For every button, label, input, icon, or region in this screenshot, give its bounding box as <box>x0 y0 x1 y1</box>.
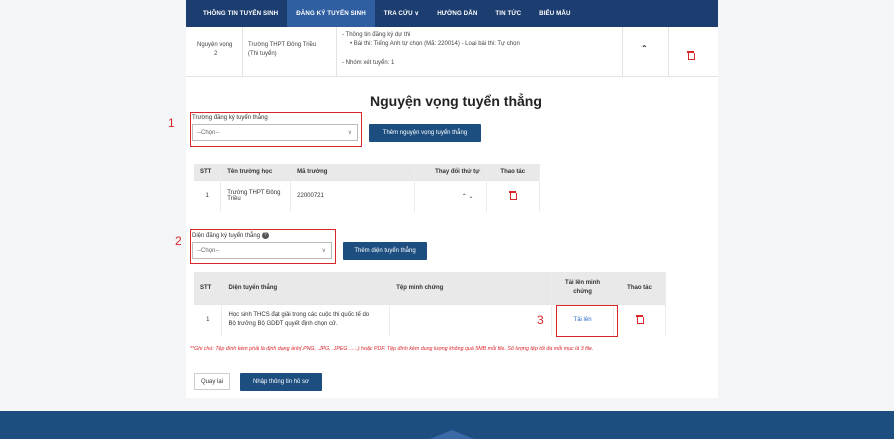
school-select-value: --Chọn-- <box>197 129 220 136</box>
col-file: Tệp minh chứng <box>389 272 553 304</box>
table-row: 1 Trường THPT Đông Triều 22000721 ⌃ ⌄ <box>194 179 541 212</box>
nav-tin-tuc[interactable]: TIN TỨC <box>486 0 530 27</box>
nav-thong-tin-tuyen-sinh[interactable]: THÔNG TIN TUYỂN SINH <box>194 0 287 27</box>
help-icon[interactable]: ? <box>261 232 269 239</box>
school-table: STT Tên trường học Mã trường Thay đổi th… <box>194 164 541 212</box>
dien-line1: Học sinh THCS đạt giải trong các cuộc th… <box>228 312 370 319</box>
back-button[interactable]: Quay lại <box>194 373 230 390</box>
dien-select[interactable]: --Chọn-- ∨ <box>192 242 332 259</box>
page: THÔNG TIN TUYỂN SINH ĐĂNG KÝ TUYỂN SINH … <box>0 0 894 439</box>
scroll-top-tab[interactable] <box>430 430 474 439</box>
nav-huong-dan[interactable]: HƯỚNG DẪN <box>428 0 486 27</box>
col-stt: STT <box>194 164 222 180</box>
dien-select-value: --Chọn-- <box>197 247 220 254</box>
row-delete[interactable] <box>613 303 666 336</box>
row-stt: 1 <box>194 179 222 212</box>
school-select[interactable]: --Chọn-- ∨ <box>192 124 358 141</box>
chevron-down-icon: ∨ <box>321 248 326 254</box>
col-upload: Tải lên minh chứng <box>551 272 615 304</box>
divider <box>622 27 623 77</box>
chevron-down-icon: ∨ <box>347 130 352 136</box>
col-upload-line1: Tải lên minh <box>565 279 601 286</box>
delete-icon[interactable] <box>509 191 518 201</box>
main-panel <box>186 27 718 398</box>
table-header-row: STT Diện tuyển thẳng Tệp minh chứng Tải … <box>194 272 666 304</box>
dien-line2: Bộ trưởng Bộ GDĐT quyết định chọn cử. <box>228 321 338 328</box>
nv-info-group: - Nhóm xét tuyển: 1 <box>342 60 395 66</box>
col-upload-line2: chứng <box>573 288 592 295</box>
school-name-line2: Triều <box>227 196 241 203</box>
add-school-button[interactable]: Thêm nguyện vọng tuyển thẳng <box>369 124 481 142</box>
submit-profile-button[interactable]: Nhập thông tin hồ sơ <box>240 373 322 391</box>
row-school-code: 22000721 <box>290 179 415 212</box>
add-dien-button[interactable]: Thêm diện tuyển thẳng <box>343 242 427 260</box>
row-dien: Học sinh THCS đạt giải trong các cuộc th… <box>221 303 391 336</box>
attachment-note: **Ghi chú: Tệp đính kèm phải là định dạn… <box>190 346 594 352</box>
divider <box>668 27 669 77</box>
school-select-label: Trường đăng ký tuyển thẳng <box>192 115 268 121</box>
highlight-box-3 <box>556 305 618 337</box>
nv-school: Trường THPT Đông Triều <box>248 42 317 48</box>
col-dien: Diện tuyển thẳng <box>221 272 391 304</box>
divider <box>242 27 243 77</box>
delete-icon[interactable] <box>687 46 695 64</box>
delete-icon[interactable] <box>636 315 644 325</box>
nv-info-title: - Thông tin đăng ký dự thi <box>342 32 411 38</box>
nav-bieu-mau[interactable]: BIỂU MẪU <box>530 0 579 27</box>
table-header-row: STT Tên trường học Mã trường Thay đổi th… <box>194 164 541 180</box>
nav-tra-cuu[interactable]: TRA CỨU ∨ <box>375 0 428 27</box>
order-arrows[interactable]: ⌃ ⌄ <box>414 179 487 212</box>
row-delete[interactable] <box>486 179 541 212</box>
dien-label-text: Diện đăng ký tuyển thẳng <box>192 233 261 240</box>
col-school-code: Mã trường <box>290 164 415 180</box>
move-up-icon[interactable]: ⌃ <box>641 45 648 53</box>
row-school-name: Trường THPT Đông Triều <box>220 179 292 212</box>
row-file <box>389 303 553 336</box>
marker-2: 2 <box>175 234 182 248</box>
nv-info-exam: • Bài thi: Tiếng Anh tự chọn (Mã: 220014… <box>350 41 520 47</box>
col-stt: STT <box>194 272 223 304</box>
col-school-name: Tên trường học <box>220 164 292 180</box>
row-stt: 1 <box>194 303 223 336</box>
top-nav: THÔNG TIN TUYỂN SINH ĐĂNG KÝ TUYỂN SINH … <box>186 0 718 27</box>
marker-3: 3 <box>537 313 544 327</box>
marker-1: 1 <box>168 116 175 130</box>
col-actions: Thao tác <box>613 272 666 304</box>
divider <box>336 27 337 77</box>
page-title: Nguyện vọng tuyển thẳng <box>370 93 542 109</box>
dien-select-label: Diện đăng ký tuyển thẳng ? <box>192 232 269 239</box>
nav-dang-ky-tuyen-sinh[interactable]: ĐĂNG KÝ TUYỂN SINH <box>287 0 375 27</box>
nv-order-label: Nguyện vọng <box>197 42 233 48</box>
col-actions: Thao tác <box>486 164 541 180</box>
col-change-order: Thay đổi thứ tự <box>414 164 487 180</box>
nv-school-note: (Thi tuyển) <box>248 51 277 57</box>
nv-order-num: 2 <box>214 51 218 57</box>
